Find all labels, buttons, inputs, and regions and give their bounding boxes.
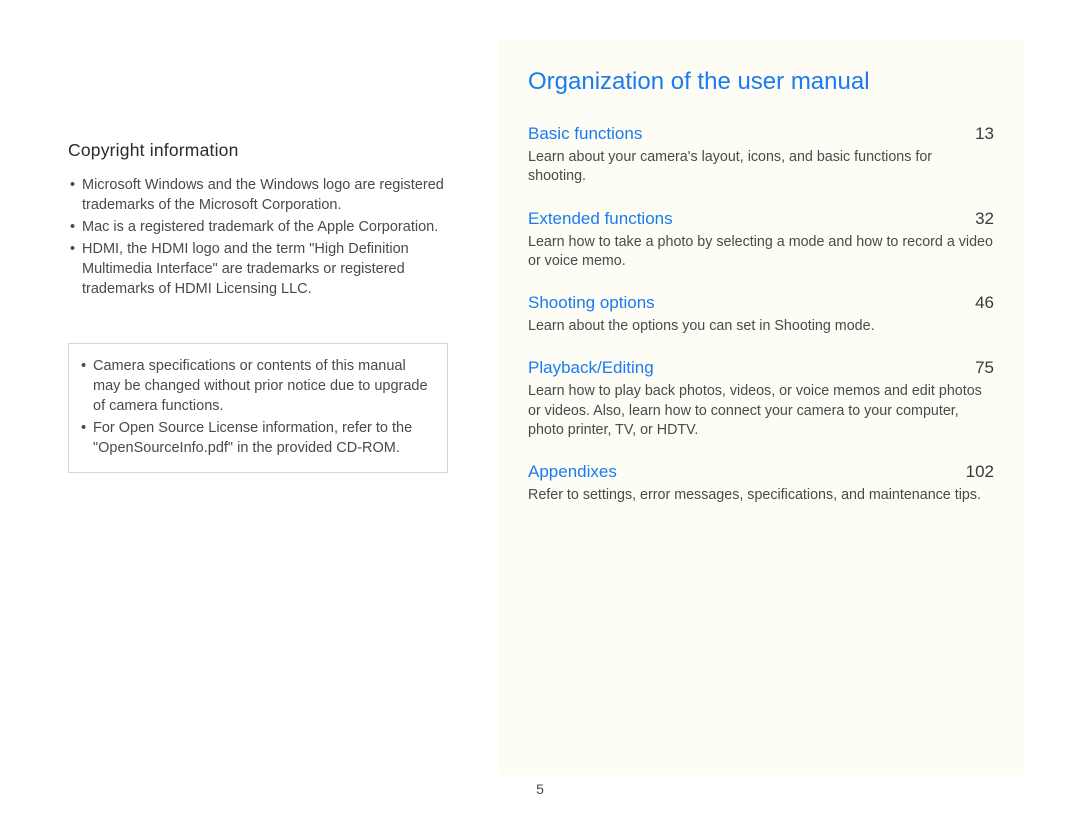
- toc-row: Appendixes 102: [528, 462, 994, 482]
- toc-page-number: 32: [975, 209, 994, 229]
- toc-description: Learn about your camera's layout, icons,…: [528, 148, 994, 187]
- note-bullet-list: Camera specifications or contents of thi…: [79, 356, 437, 458]
- toc-page-number: 46: [975, 293, 994, 313]
- toc-description: Refer to settings, error messages, speci…: [528, 486, 994, 505]
- right-column: Organization of the user manual Basic fu…: [498, 40, 1024, 775]
- toc-item: Extended functions 32 Learn how to take …: [528, 209, 994, 272]
- toc-title: Shooting options: [528, 293, 655, 313]
- toc-item: Shooting options 46 Learn about the opti…: [528, 293, 994, 336]
- toc-row: Playback/Editing 75: [528, 358, 994, 378]
- copyright-bullet-list: Microsoft Windows and the Windows logo a…: [68, 175, 448, 299]
- toc-item: Appendixes 102 Refer to settings, error …: [528, 462, 994, 505]
- toc-description: Learn how to take a photo by selecting a…: [528, 233, 994, 272]
- toc-title: Appendixes: [528, 462, 617, 482]
- list-item: HDMI, the HDMI logo and the term "High D…: [68, 239, 448, 299]
- toc-row: Basic functions 13: [528, 124, 994, 144]
- toc-item: Basic functions 13 Learn about your came…: [528, 124, 994, 187]
- toc-page-number: 13: [975, 124, 994, 144]
- list-item: Microsoft Windows and the Windows logo a…: [68, 175, 448, 215]
- list-item: Mac is a registered trademark of the App…: [68, 217, 448, 237]
- toc-title: Playback/Editing: [528, 358, 654, 378]
- list-item: For Open Source License information, ref…: [79, 418, 437, 458]
- list-item: Camera specifications or contents of thi…: [79, 356, 437, 416]
- toc-row: Shooting options 46: [528, 293, 994, 313]
- toc-row: Extended functions 32: [528, 209, 994, 229]
- toc-page-number: 102: [966, 462, 994, 482]
- copyright-heading: Copyright information: [68, 140, 448, 161]
- page-number: 5: [536, 781, 544, 797]
- manual-page: Copyright information Microsoft Windows …: [0, 0, 1080, 815]
- organization-title: Organization of the user manual: [528, 68, 994, 96]
- toc-description: Learn how to play back photos, videos, o…: [528, 382, 994, 440]
- toc-page-number: 75: [975, 358, 994, 378]
- note-box: Camera specifications or contents of thi…: [68, 343, 448, 473]
- toc-description: Learn about the options you can set in S…: [528, 317, 994, 336]
- toc-item: Playback/Editing 75 Learn how to play ba…: [528, 358, 994, 440]
- toc-title: Basic functions: [528, 124, 642, 144]
- toc-title: Extended functions: [528, 209, 673, 229]
- left-column: Copyright information Microsoft Windows …: [68, 40, 498, 775]
